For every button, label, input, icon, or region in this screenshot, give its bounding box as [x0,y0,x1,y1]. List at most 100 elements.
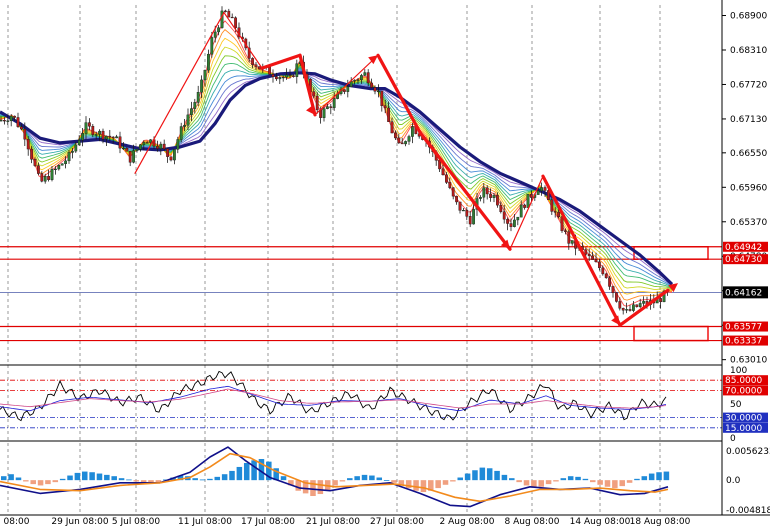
candle-body [67,152,71,162]
macd-histogram-bar [450,480,456,482]
x-tick-label: 8 Aug 08:00 [505,517,560,527]
macd-tick-label: 0.0056233 [726,447,770,457]
x-tick-label: Jun 08:00 [0,517,30,527]
candle-body [567,231,571,244]
candle-body [479,197,482,199]
x-tick-label: 21 Jul 08:00 [306,517,360,527]
candle-body [57,165,61,170]
candle-body [275,76,278,80]
candle-body [33,159,37,166]
candle-body [370,82,373,88]
macd-histogram-bar [590,480,596,483]
candle-body [465,210,469,217]
price-level-label: 0.64730 [725,255,762,265]
macd-histogram-bar [634,478,640,481]
macd-histogram-bar [501,474,508,481]
candle-body [360,75,363,81]
candle-body [448,182,452,188]
macd-histogram-bar [199,479,206,481]
candle-body [394,132,397,139]
candle-body [125,147,129,152]
candle-body [468,216,472,225]
candle-body [111,136,115,139]
candle-body [462,210,465,212]
candle-body [387,107,390,122]
candle-body [560,216,564,232]
macd-histogram-bar [229,470,235,481]
y-tick-label: 0.67720 [730,80,767,90]
macd-histogram-bar [339,480,346,482]
candle-body [217,27,220,33]
candle-body [271,74,275,77]
macd-histogram-bar [376,477,383,481]
chart-canvas: Jun 08:00 29 Jun 08:00 5 Jul 08:00 11 Jul 0… [0,0,770,530]
macd-histogram-bar [280,476,287,481]
candle-body [254,64,258,67]
candle-body [594,259,598,263]
candle-body [0,120,3,122]
macd-histogram-bar [192,478,198,481]
x-tick-label: 5 Jul 08:00 [112,517,161,527]
candle-body [601,267,605,275]
candle-body [9,115,13,122]
candle-body [6,120,10,122]
candle-body [189,108,193,116]
macd-histogram-bar [472,470,478,481]
candle-body [94,134,98,136]
macd-histogram-bar [604,480,611,487]
candle-body [186,114,190,126]
candle-body [608,277,612,287]
macd-histogram-bar [560,478,567,481]
candle-body [278,77,282,80]
candle-body [138,144,142,150]
candle-body [513,219,516,227]
candle-body [64,160,68,165]
candle-body [206,53,210,71]
candle-body [611,286,615,293]
candle-body [383,105,387,109]
candle-body [104,135,108,140]
candle-body [635,304,639,307]
macd-histogram-bar [361,474,368,481]
candle-body [499,204,503,212]
candle-body [547,190,550,200]
candle-body [455,195,458,203]
candle-body [128,151,132,163]
candle-body [40,173,44,182]
candle-body [458,201,462,211]
macd-histogram-bar [251,460,257,481]
candle-body [101,130,105,140]
macd-tick-label: 0.0 [726,476,741,486]
candle-body [26,138,30,150]
macd-histogram-bar [435,480,441,489]
y-tick-label: 0.66550 [730,149,767,159]
candle-body [91,126,95,135]
macd-histogram-bar [45,480,51,485]
candle-body [145,142,149,144]
current-price-label: 0.64162 [725,288,762,298]
candle-body [326,106,329,109]
candle-body [638,303,642,307]
candle-body [176,139,180,150]
candle-body [584,249,588,255]
x-tick-label: 14 Aug 08:00 [570,517,631,527]
candle-body [234,17,237,28]
candle-body [23,128,27,140]
candle-body [441,168,445,176]
candle-body [329,106,333,108]
candle-body [445,174,448,183]
macd-histogram-bar [648,473,655,481]
price-level-label: 0.63577 [725,323,762,333]
oscillator-level-label: 70.0000 [725,386,762,396]
candle-body [43,176,47,182]
macd-histogram-bar [626,480,633,483]
macd-histogram-bar [413,480,419,491]
macd-histogram-bar [612,480,618,489]
candle-body [132,150,135,163]
candle-body [169,156,173,161]
candle-body [407,136,411,142]
candle-body [380,90,384,106]
candle-body [312,91,316,97]
price-level-label: 0.64942 [725,243,762,253]
candle-body [268,66,271,75]
